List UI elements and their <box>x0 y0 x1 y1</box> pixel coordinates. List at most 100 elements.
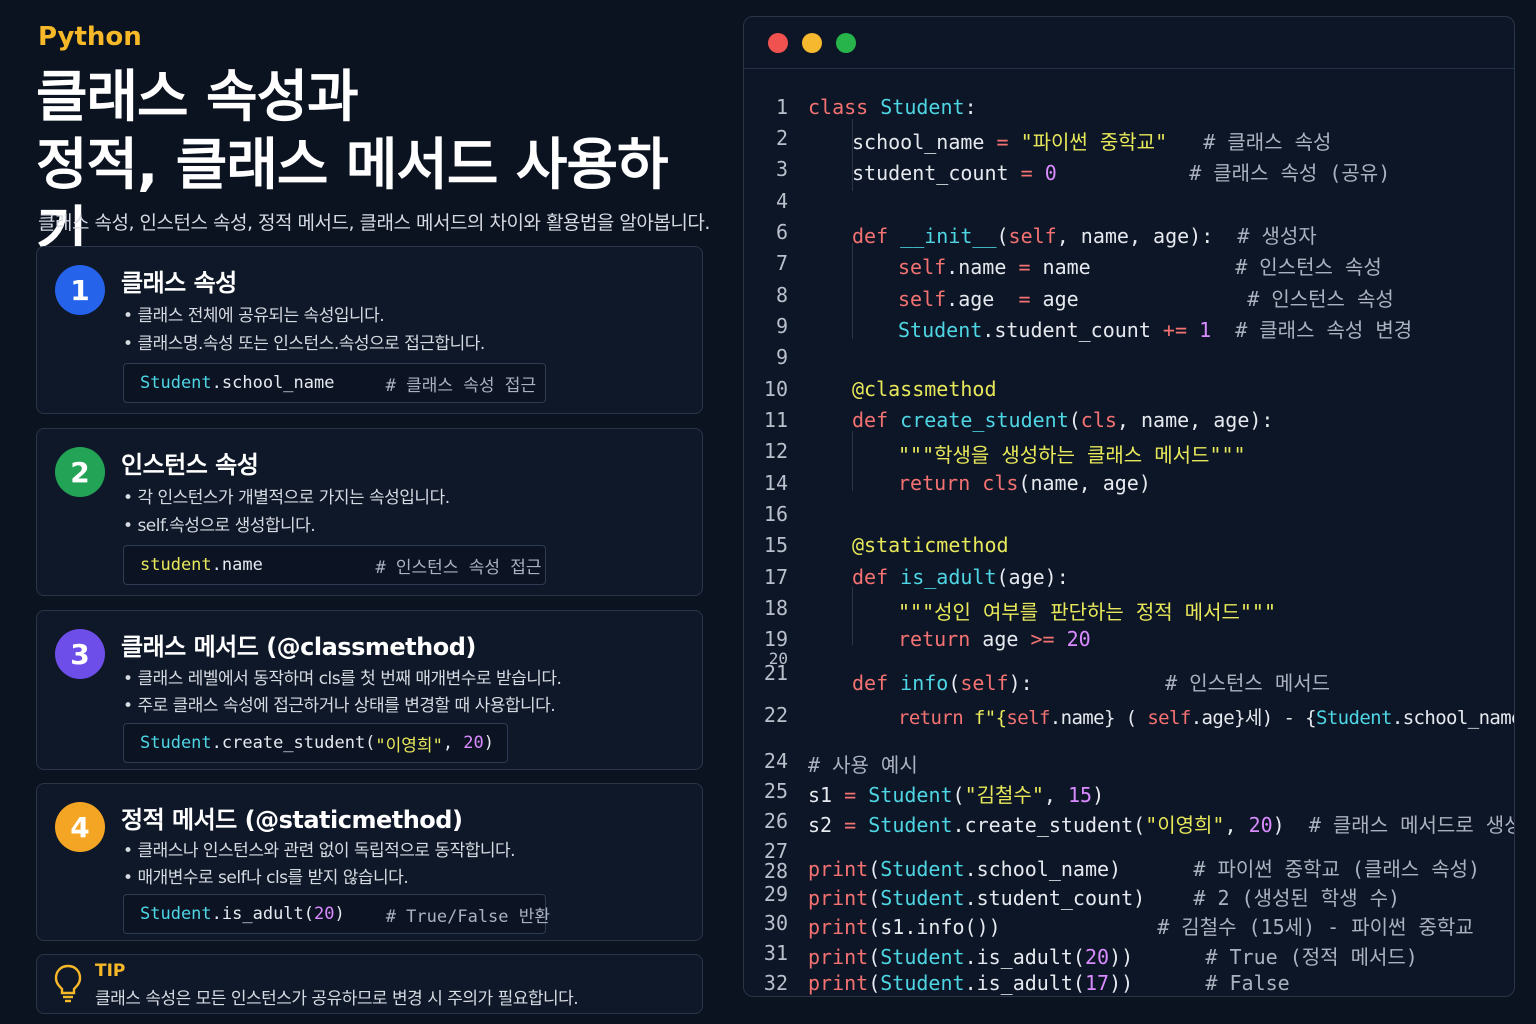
code-comment: # False <box>1205 971 1290 995</box>
code-comment: # 생성자 <box>1237 224 1317 248</box>
card-bullet: 클래스 레벨에서 동작하며 cls를 첫 번째 매개변수로 받습니다. <box>123 664 562 689</box>
code-token: Student <box>880 945 965 969</box>
code-token: "파이썬 중학교" <box>1020 130 1168 154</box>
code-token: ): <box>1008 671 1033 695</box>
line-number: 1 <box>775 95 788 119</box>
line-number: 4 <box>775 189 788 213</box>
code-token: = <box>1018 255 1031 279</box>
code-token: .age <box>946 287 995 311</box>
code-token: )) <box>1109 945 1134 969</box>
code-token: self <box>898 287 947 311</box>
code-token: __init__ <box>900 224 997 248</box>
tip-text: 클래스 속성은 모든 인스턴스가 공유하므로 변경 시 주의가 필요합니다. <box>95 989 579 1009</box>
code-token: return <box>898 707 964 729</box>
docstring: """학생을 생성하는 클래스 메서드""" <box>898 443 1246 467</box>
code-example: Student .is_adult(20) # True/False 반환 <box>123 894 550 934</box>
code-token: ( <box>868 857 881 881</box>
page-subtitle: 클래스 속성, 인스턴스 속성, 정적 메서드, 클래스 메서드의 차이와 활용… <box>38 212 710 234</box>
code-token: , name, age): <box>1116 408 1274 432</box>
code-example: Student .create_student("이영희", 20) <box>123 723 508 763</box>
code-token: print <box>808 886 869 910</box>
tip-title: TIP <box>95 961 126 981</box>
code-token: print <box>808 971 869 995</box>
code-token: , name, age): <box>1056 224 1214 248</box>
code-token: self <box>1008 224 1057 248</box>
code-token: info <box>900 671 949 695</box>
code-token: self <box>1006 707 1050 729</box>
code-token: Student <box>898 318 983 342</box>
code-token: return <box>898 627 971 651</box>
code-token: Student <box>880 886 965 910</box>
code-token: (name, age) <box>1018 471 1151 495</box>
code-token: "이영희" <box>1145 813 1225 837</box>
code-token: 20 <box>463 733 484 753</box>
line-number: 15 <box>763 533 788 557</box>
code-token: .name <box>946 255 1007 279</box>
line-number: 22 <box>763 703 788 727</box>
code-token: .create_student( <box>211 733 376 753</box>
code-comment: # 클래스 속성 <box>1203 130 1332 154</box>
code-token: def <box>852 408 889 432</box>
code-token: cls <box>982 471 1019 495</box>
code-line: s2 = Student.create_student("이영희", 20) #… <box>808 809 1515 838</box>
code-token: = <box>1018 287 1031 311</box>
line-number: 8 <box>775 283 788 307</box>
line-number: 17 <box>763 565 788 589</box>
code-token: .is_adult( <box>211 904 315 924</box>
page-title: 클래스 속성과 정적, 클래스 메서드 사용하기 <box>36 64 704 268</box>
code-token: ) <box>1272 813 1285 837</box>
code-token: name <box>1042 255 1091 279</box>
line-number: 16 <box>763 502 788 526</box>
indent-guide <box>852 243 853 339</box>
code-line: s1 = Student("김철수", 15) <box>808 779 1104 808</box>
code-line: print(s1.info()) # 김철수 (15세) - 파이썬 중학교 <box>808 911 1474 940</box>
code-comment: # 클래스 메서드로 생성 <box>1308 813 1515 837</box>
code-line: # 사용 예시 <box>808 749 918 778</box>
code-token: .student_count) <box>964 886 1146 910</box>
number-badge-2: 2 <box>55 447 105 497</box>
line-number: 19 <box>763 627 788 651</box>
code-comment: # 인스턴스 속성 <box>1247 287 1394 311</box>
code-line: def create_student(cls, name, age): <box>852 408 1273 432</box>
code-area[interactable]: 1 2 3 4 6 7 8 9 9 10 11 12 14 16 15 17 1… <box>744 69 1515 996</box>
code-token: .school_name <box>211 373 335 393</box>
code-token: school_name <box>852 130 985 154</box>
code-token: class <box>808 95 869 119</box>
number-badge-1: 1 <box>55 265 105 315</box>
code-token: def <box>852 565 889 589</box>
code-token: (s1.info()) <box>868 915 1001 939</box>
code-line: """학생을 생성하는 클래스 메서드""" <box>898 439 1246 468</box>
code-line: def is_adult(age): <box>852 565 1069 589</box>
indent-guide <box>852 431 853 491</box>
code-token: 20 <box>1066 627 1091 651</box>
code-token: def <box>852 224 889 248</box>
minimize-window-dot[interactable] <box>802 33 822 53</box>
code-token: ( <box>868 886 881 910</box>
close-window-dot[interactable] <box>768 33 788 53</box>
code-line: class Student: <box>808 95 977 119</box>
code-token: print <box>808 915 869 939</box>
card-bullet: 매개변수로 self나 cls를 받지 않습니다. <box>123 863 408 888</box>
code-token: age <box>982 627 1019 651</box>
line-number: 10 <box>763 377 788 401</box>
code-token: cls <box>1080 408 1117 432</box>
code-line: return age >= 20 <box>898 627 1091 651</box>
line-number: 30 <box>763 911 788 935</box>
code-token: ) <box>483 733 495 753</box>
code-token: Student <box>140 904 212 924</box>
code-token: ) <box>334 904 345 924</box>
code-token: 17 <box>1084 971 1110 995</box>
code-token: 1 <box>1199 318 1212 342</box>
code-token: self <box>960 671 1009 695</box>
card-title: 클래스 속성 <box>121 269 237 297</box>
line-number: 24 <box>763 749 788 773</box>
code-token: >= <box>1030 627 1055 651</box>
maximize-window-dot[interactable] <box>836 33 856 53</box>
code-line: Student.student_count += 1 # 클래스 속성 변경 <box>898 314 1412 343</box>
code-token: Student <box>868 783 953 807</box>
code-token: .name <box>211 555 263 575</box>
code-comment: # 파이썬 중학교 (클래스 속성) <box>1193 857 1481 881</box>
card-bullet: 클래스 전체에 공유되는 속성입니다. <box>123 301 384 326</box>
code-token: s2 <box>808 813 833 837</box>
card-instance-attribute: 2 인스턴스 속성 각 인스턴스가 개별적으로 가지는 속성입니다. self.… <box>36 428 703 596</box>
